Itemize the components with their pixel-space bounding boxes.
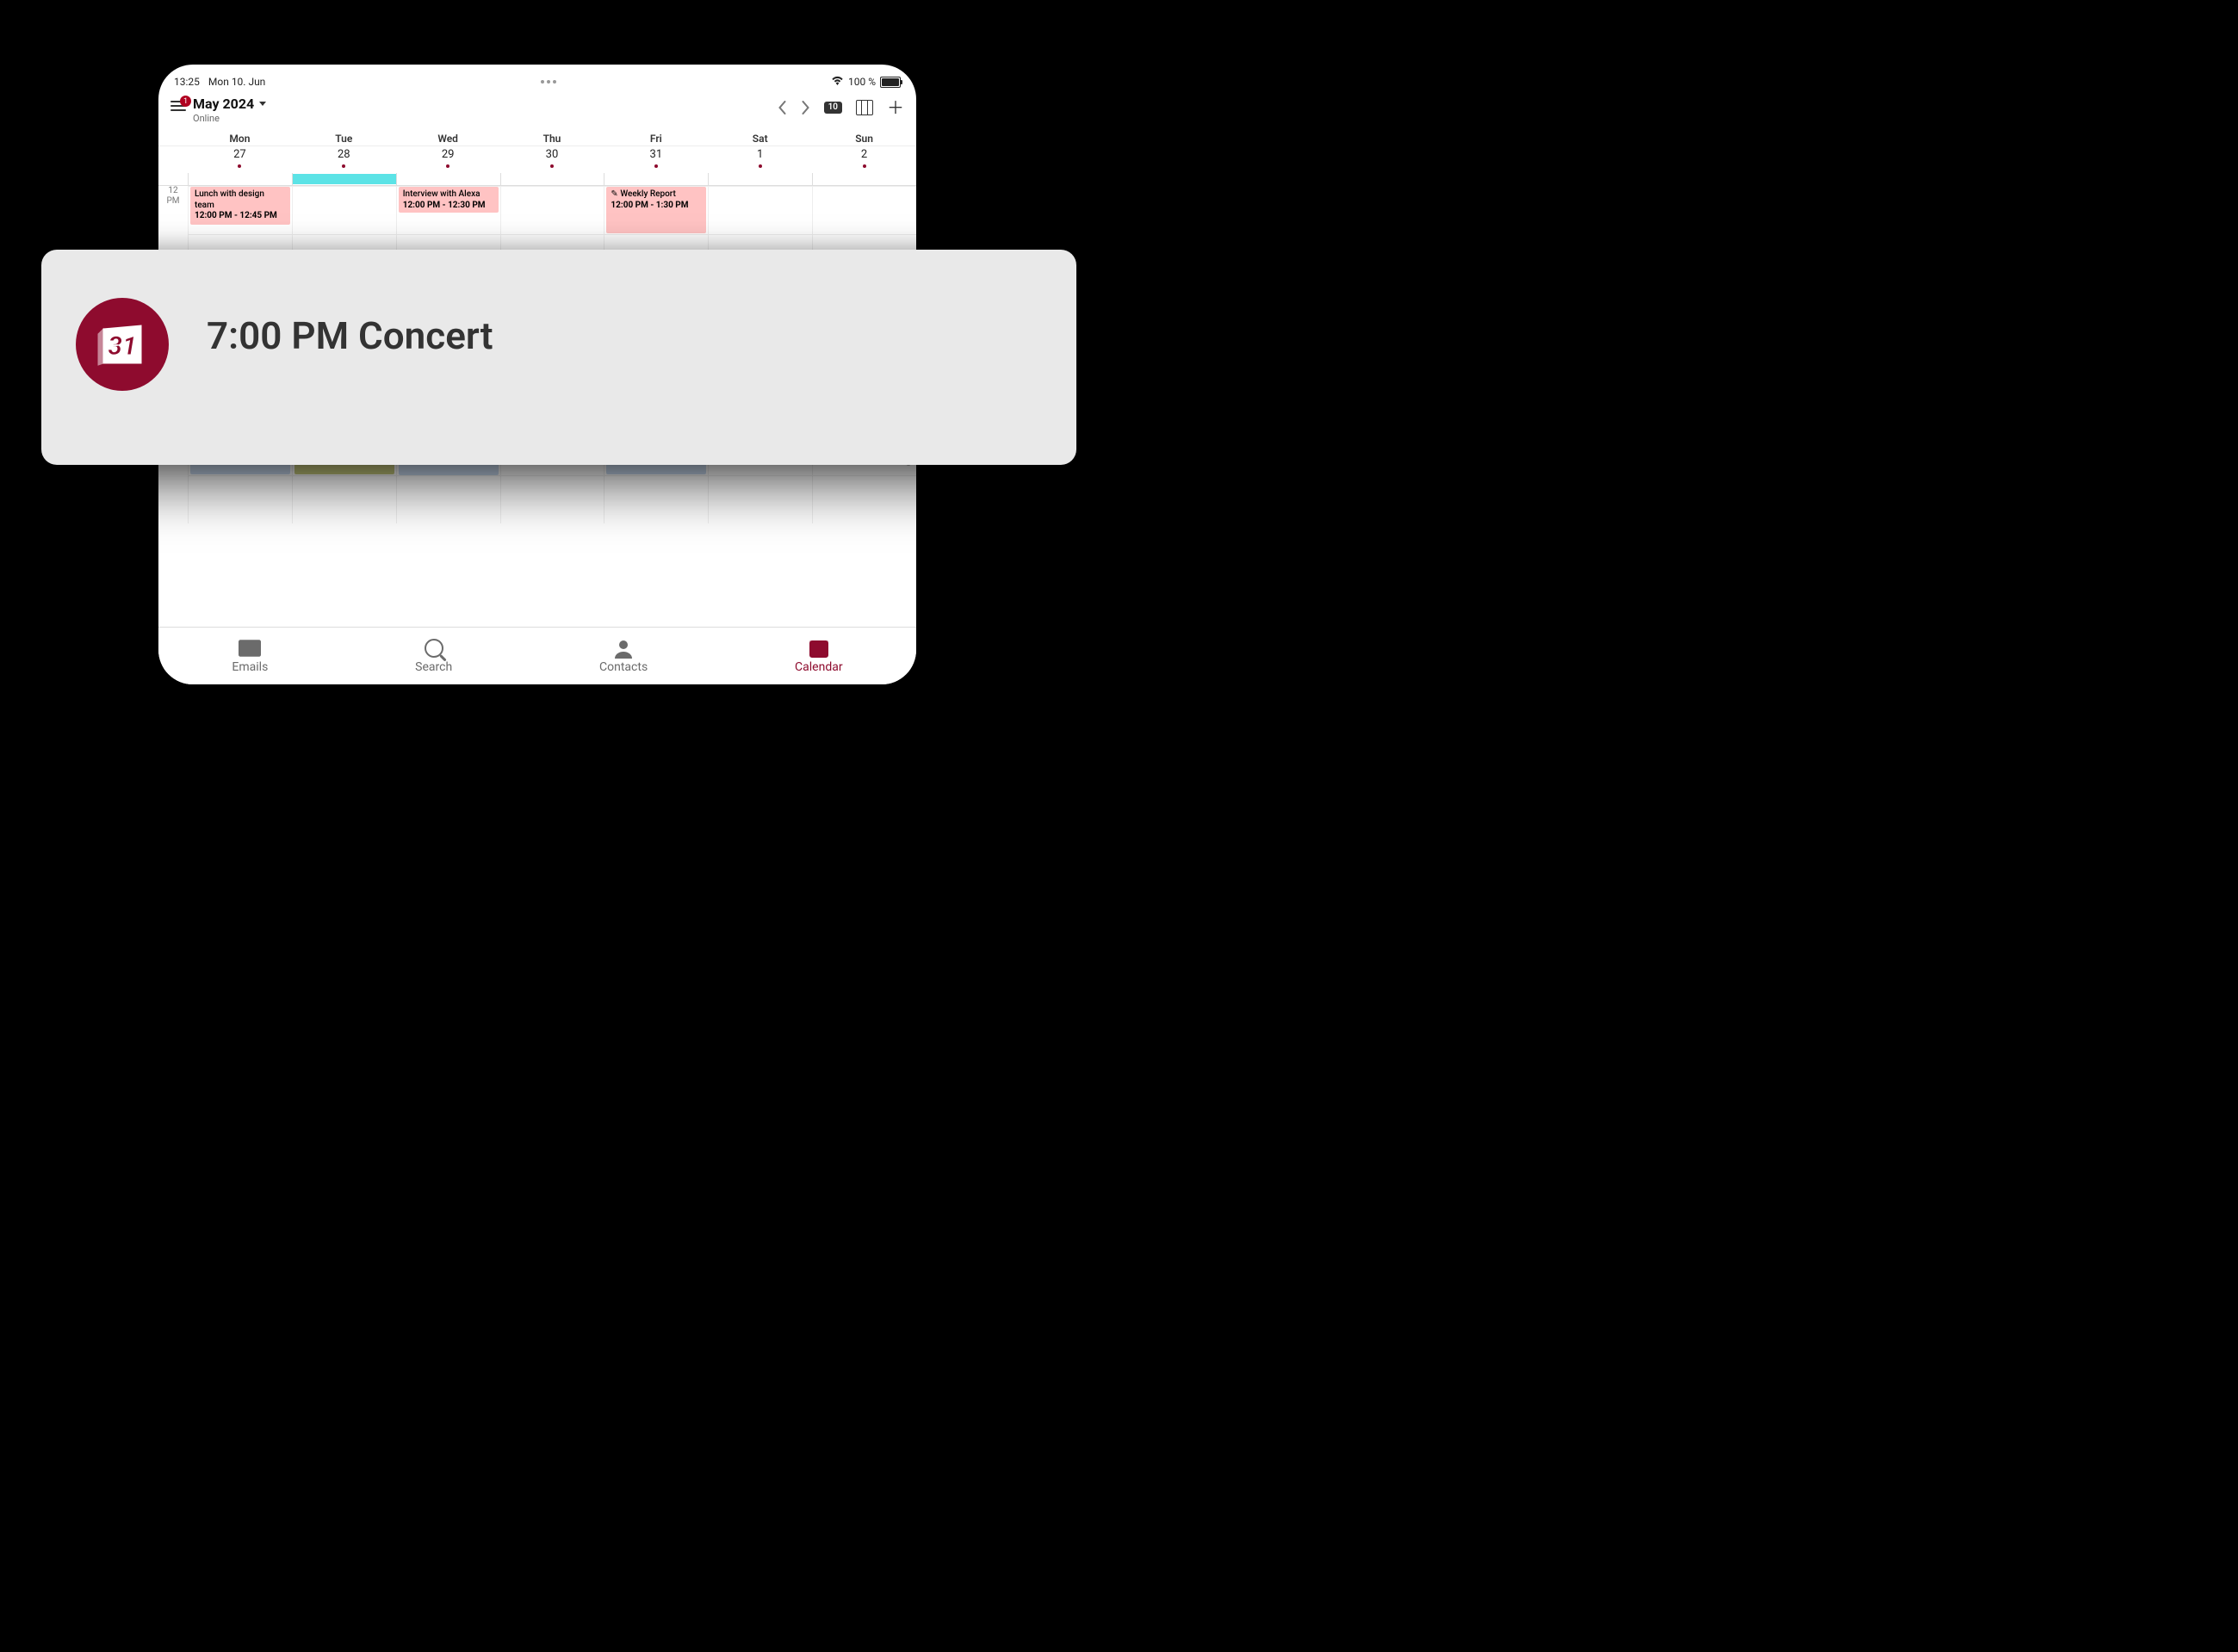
hour-label: 12PM <box>158 186 188 234</box>
tab-label: Search <box>415 660 452 674</box>
date-cell[interactable]: 27 <box>188 146 292 173</box>
online-status: Online <box>193 113 266 124</box>
day-header: Mon <box>188 127 292 145</box>
date-cell[interactable]: 1 <box>708 146 812 173</box>
chevron-down-icon <box>259 102 266 106</box>
add-event-button[interactable]: ＋ <box>887 99 904 116</box>
multitask-dots-icon[interactable] <box>541 80 556 84</box>
columns-icon <box>856 100 873 115</box>
tab-contacts[interactable]: Contacts <box>599 638 648 674</box>
allday-row <box>158 173 916 186</box>
tab-label: Emails <box>232 660 268 674</box>
status-date: Mon 10. Jun <box>208 76 265 88</box>
tab-label: Contacts <box>599 660 648 674</box>
day-header: Sun <box>812 127 916 145</box>
notification-card[interactable]: 31 7:00 PM Concert <box>41 250 1076 465</box>
battery-percent: 100 % <box>848 76 876 88</box>
date-cell[interactable]: 30 <box>500 146 604 173</box>
today-date-badge: 10 <box>824 102 842 114</box>
date-cell[interactable]: 2 <box>812 146 916 173</box>
search-icon <box>423 638 445 659</box>
date-cell[interactable]: 28 <box>292 146 396 173</box>
day-header: Tue <box>292 127 396 145</box>
view-columns-button[interactable] <box>856 100 873 115</box>
tab-search[interactable]: Search <box>415 638 452 674</box>
day-header: Fri <box>604 127 708 145</box>
contacts-icon <box>612 638 635 659</box>
month-title: May 2024 <box>193 96 254 112</box>
app-header: 1 May 2024 Online 10 <box>158 92 916 127</box>
month-selector[interactable]: May 2024 <box>193 96 266 112</box>
menu-icon[interactable]: 1 <box>170 101 186 111</box>
notification-app-icon: 31 <box>76 298 169 391</box>
event-interview[interactable]: Interview with Alexa 12:00 PM - 12:30 PM <box>399 187 499 213</box>
notification-text: 7:00 PM Concert <box>207 313 493 358</box>
tab-label: Calendar <box>795 660 843 674</box>
event-weekly[interactable]: ✎ Weekly Report 12:00 PM - 1:30 PM <box>606 187 706 233</box>
allday-event[interactable] <box>293 174 396 184</box>
next-week-button[interactable] <box>801 101 810 114</box>
date-cell[interactable]: 31 <box>604 146 708 173</box>
day-header: Sat <box>708 127 812 145</box>
tab-emails[interactable]: Emails <box>232 638 268 674</box>
svg-text:31: 31 <box>108 331 137 362</box>
date-cell[interactable]: 29 <box>396 146 500 173</box>
tab-bar: Emails Search Contacts Calendar <box>158 627 916 684</box>
mail-icon <box>239 638 261 659</box>
day-header: Wed <box>396 127 500 145</box>
plus-icon: ＋ <box>887 99 904 116</box>
event-lunch[interactable]: Lunch with design team 12:00 PM - 12:45 … <box>190 187 290 225</box>
wifi-icon <box>831 76 844 89</box>
today-button[interactable]: 10 <box>824 102 842 114</box>
day-header: Thu <box>500 127 604 145</box>
status-bar: 13:25 Mon 10. Jun 100 % <box>158 65 916 92</box>
battery-icon <box>880 77 901 88</box>
menu-badge: 1 <box>180 96 191 107</box>
status-time: 13:25 <box>174 76 200 88</box>
tab-calendar[interactable]: Calendar <box>795 638 843 674</box>
prev-week-button[interactable] <box>778 101 787 114</box>
calendar-icon <box>808 638 830 659</box>
